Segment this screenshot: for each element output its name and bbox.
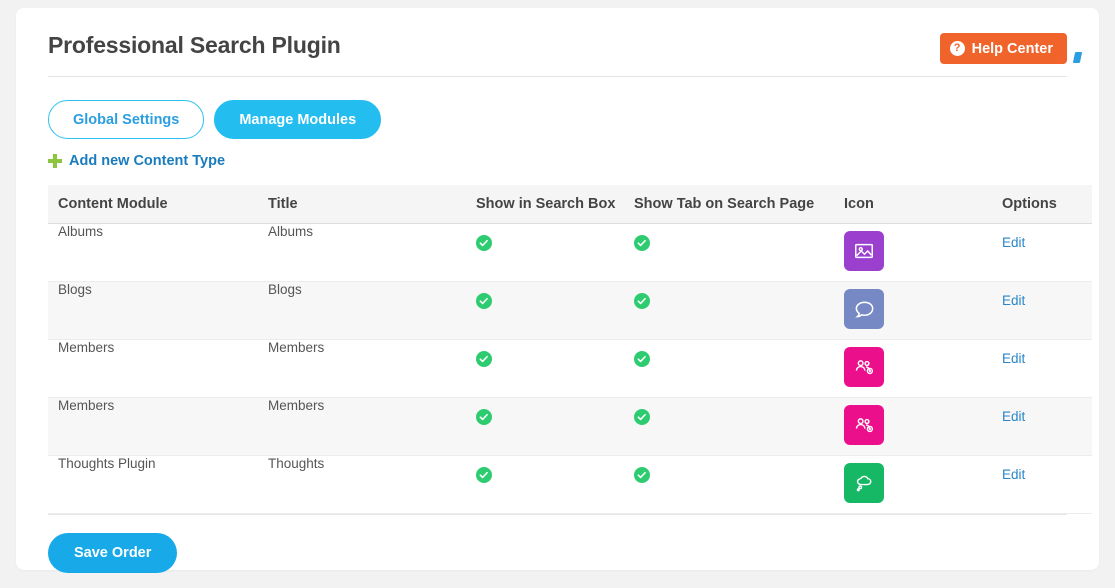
plus-icon bbox=[48, 154, 62, 168]
check-icon[interactable] bbox=[476, 293, 492, 309]
cell-options: Edit bbox=[992, 339, 1092, 398]
cell-show-tab-on-search-page bbox=[624, 223, 834, 282]
cell-content-module: Albums bbox=[48, 223, 258, 282]
thought-bubble-icon bbox=[844, 463, 884, 503]
cell-title: Thoughts bbox=[258, 455, 466, 514]
tab-global-settings[interactable]: Global Settings bbox=[48, 100, 205, 139]
column-header-show-in-search-box: Show in Search Box bbox=[466, 185, 624, 224]
cell-content-module: Blogs bbox=[48, 281, 258, 340]
column-header-show-tab-on-search-page: Show Tab on Search Page bbox=[624, 185, 834, 224]
check-icon[interactable] bbox=[476, 235, 492, 251]
cell-title: Members bbox=[258, 339, 466, 398]
cell-title: Albums bbox=[258, 223, 466, 282]
table-row: Blogs Blogs Edit bbox=[48, 281, 1092, 340]
speech-bubble-icon bbox=[844, 289, 884, 329]
cell-title: Blogs bbox=[258, 281, 466, 340]
check-icon[interactable] bbox=[634, 235, 650, 251]
table-row: Thoughts Plugin Thoughts Edit bbox=[48, 455, 1092, 514]
check-icon[interactable] bbox=[634, 293, 650, 309]
cell-content-module: Members bbox=[48, 397, 258, 456]
cell-show-in-search-box bbox=[466, 397, 624, 456]
cell-show-tab-on-search-page bbox=[624, 455, 834, 514]
edit-link[interactable]: Edit bbox=[1002, 351, 1025, 366]
cell-title: Members bbox=[258, 397, 466, 456]
cell-show-tab-on-search-page bbox=[624, 281, 834, 340]
image-icon bbox=[844, 231, 884, 271]
check-icon[interactable] bbox=[476, 351, 492, 367]
cell-icon bbox=[834, 455, 992, 514]
edit-link[interactable]: Edit bbox=[1002, 235, 1025, 250]
cell-show-tab-on-search-page bbox=[624, 339, 834, 398]
cell-options: Edit bbox=[992, 223, 1092, 282]
cell-icon bbox=[834, 397, 992, 456]
cell-content-module: Members bbox=[48, 339, 258, 398]
save-order-button[interactable]: Save Order bbox=[48, 533, 178, 573]
cell-options: Edit bbox=[992, 455, 1092, 514]
edge-fragment bbox=[1072, 52, 1083, 63]
tab-manage-modules[interactable]: Manage Modules bbox=[214, 100, 382, 139]
question-circle-icon: ? bbox=[949, 41, 965, 56]
table-row: Albums Albums Edit bbox=[48, 223, 1092, 282]
cell-icon bbox=[834, 281, 992, 340]
check-icon[interactable] bbox=[634, 351, 650, 367]
header-divider bbox=[48, 76, 1067, 77]
cell-show-tab-on-search-page bbox=[624, 397, 834, 456]
edit-link[interactable]: Edit bbox=[1002, 293, 1025, 308]
cell-show-in-search-box bbox=[466, 281, 624, 340]
help-center-label: Help Center bbox=[971, 40, 1053, 57]
cell-icon bbox=[834, 223, 992, 282]
column-header-icon: Icon bbox=[834, 185, 992, 224]
users-icon bbox=[844, 347, 884, 387]
table-header-row: Content Module Title Show in Search Box … bbox=[48, 185, 1092, 224]
main-card: Professional Search Plugin ? Help Center… bbox=[16, 8, 1099, 573]
tab-bar: Global Settings Manage Modules bbox=[48, 76, 1067, 139]
cell-icon bbox=[834, 339, 992, 398]
page-background: Professional Search Plugin ? Help Center… bbox=[0, 0, 1115, 588]
edit-link[interactable]: Edit bbox=[1002, 409, 1025, 424]
table-row: Members Members Edit bbox=[48, 339, 1092, 398]
cell-show-in-search-box bbox=[466, 455, 624, 514]
page-header: Professional Search Plugin ? Help Center bbox=[48, 8, 1083, 77]
page-title: Professional Search Plugin bbox=[48, 32, 341, 58]
check-icon[interactable] bbox=[476, 409, 492, 425]
check-icon[interactable] bbox=[476, 467, 492, 483]
column-header-options: Options bbox=[992, 185, 1092, 224]
tab-manage-modules-label: Manage Modules bbox=[239, 111, 357, 128]
add-new-content-type-link[interactable]: Add new Content Type bbox=[69, 153, 225, 169]
users-icon bbox=[844, 405, 884, 445]
modules-table: Content Module Title Show in Search Box … bbox=[48, 185, 1092, 514]
cell-content-module: Thoughts Plugin bbox=[48, 455, 258, 514]
add-content-type-row[interactable]: Add new Content Type bbox=[48, 153, 1067, 169]
card-footer: Save Order bbox=[48, 514, 1067, 573]
cell-show-in-search-box bbox=[466, 223, 624, 282]
table-body: Albums Albums Edit Blogs Blogs Edit Members Mem… bbox=[48, 223, 1092, 514]
table-row: Members Members Edit bbox=[48, 397, 1092, 456]
cell-show-in-search-box bbox=[466, 339, 624, 398]
check-icon[interactable] bbox=[634, 467, 650, 483]
edit-link[interactable]: Edit bbox=[1002, 467, 1025, 482]
column-header-title: Title bbox=[258, 185, 466, 224]
column-header-content-module: Content Module bbox=[48, 185, 258, 224]
table-header: Content Module Title Show in Search Box … bbox=[48, 185, 1092, 224]
check-icon[interactable] bbox=[634, 409, 650, 425]
cell-options: Edit bbox=[992, 281, 1092, 340]
help-center-button[interactable]: ? Help Center bbox=[939, 33, 1067, 64]
tab-global-settings-label: Global Settings bbox=[73, 111, 180, 128]
cell-options: Edit bbox=[992, 397, 1092, 456]
